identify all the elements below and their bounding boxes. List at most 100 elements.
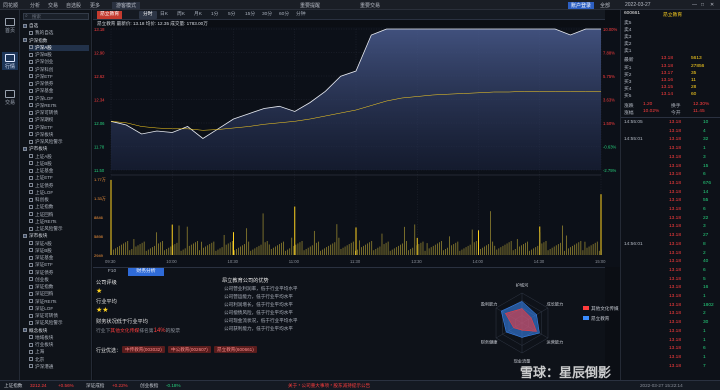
tab-f10[interactable]: F10 <box>100 268 124 276</box>
tree-item[interactable]: 深证可转债 <box>29 313 89 319</box>
filter-select[interactable]: 全部 <box>600 2 610 9</box>
quote-cell: 60 <box>691 92 697 97</box>
tree-item[interactable]: 深证风险警示 <box>29 320 89 326</box>
tree-folder[interactable]: 沪深指数 <box>23 38 89 44</box>
menu-item[interactable]: 自选股 <box>66 2 81 9</box>
tree-folder[interactable]: 概念板块 <box>23 328 89 334</box>
chart-tab[interactable]: 60分 <box>275 11 293 19</box>
tree-item[interactable]: 沪深期权 <box>29 117 89 123</box>
tree-item[interactable]: 北京 <box>29 357 89 363</box>
volume-bar <box>387 241 389 255</box>
chart-tab[interactable]: 月K <box>190 11 206 19</box>
tree-item[interactable]: 上证ETF <box>29 175 89 181</box>
chart-tab[interactable]: 30分 <box>258 11 276 19</box>
tree-item[interactable]: 沪深REITs <box>29 103 89 109</box>
tree-item[interactable]: 上证指数 <box>29 204 89 210</box>
mode-select[interactable]: 游客模式 <box>112 2 141 9</box>
tree-item[interactable]: 沪深B股 <box>29 52 89 58</box>
index2-name[interactable]: 深证成指 <box>86 383 104 389</box>
volume-bar <box>268 244 270 255</box>
volume-bar <box>143 241 145 255</box>
tree-item[interactable]: 上证风险警示 <box>29 226 89 232</box>
menu-item[interactable]: 分析 <box>30 2 40 9</box>
chart-tab[interactable]: 分时 <box>139 11 157 19</box>
tick-row: 13.18 6 <box>621 172 720 178</box>
alert-button[interactable]: 重要提醒 <box>300 2 320 9</box>
volume-bar <box>121 244 122 255</box>
tree-item[interactable]: 上证A股 <box>29 154 89 160</box>
maximize-icon[interactable]: □ <box>701 2 704 8</box>
tree-item[interactable]: 上证债券 <box>29 183 89 189</box>
chart-tab[interactable]: 1分 <box>207 11 222 19</box>
volume-bar <box>492 241 494 255</box>
radar-legend: 其他文化传媒 昂立教育 <box>583 306 619 322</box>
tree-item[interactable]: 深证REITs <box>29 299 89 305</box>
peer-chip[interactable]: 昂立教育(600661) <box>214 346 257 353</box>
chart-tab[interactable]: 分钟 <box>292 11 310 19</box>
tree-item[interactable]: 深证基金 <box>29 255 89 261</box>
tree-folder[interactable]: 深市板块 <box>23 233 89 239</box>
tree-item[interactable]: 上证基金 <box>29 168 89 174</box>
tree-folder[interactable]: 自选 <box>23 23 89 29</box>
volume-bar <box>500 247 502 255</box>
tree-item[interactable]: 深证B股 <box>29 248 89 254</box>
tree-item[interactable]: 沪深LOF <box>29 96 89 102</box>
tree-item[interactable]: 上海 <box>29 349 89 355</box>
tree-item-label: 上证LOF <box>35 189 54 195</box>
tree-item[interactable]: 我的自选 <box>29 30 89 36</box>
news-ticker[interactable]: 关于 * 公司重大事项 * 股东减持提示公告 <box>288 383 370 389</box>
tree-folder[interactable]: 沪市板块 <box>23 146 89 152</box>
chart-tab[interactable]: 5分 <box>224 11 239 19</box>
tree-item[interactable]: 行业板块 <box>29 342 89 348</box>
tree-item[interactable]: 深证指数 <box>29 284 89 290</box>
tree-item[interactable]: 深证回购 <box>29 291 89 297</box>
tree-item[interactable]: 上证回购 <box>29 212 89 218</box>
volume-bar <box>301 240 303 255</box>
intraday-chart[interactable]: 13.18 12.90 12.62 12.34 12.06 11.78 11.50 10.0… <box>93 27 620 267</box>
tree-item[interactable]: 深证A股 <box>29 241 89 247</box>
login-button[interactable]: 账户登录 <box>568 2 595 9</box>
index1-name[interactable]: 上证指数 <box>4 383 22 389</box>
nav-trade[interactable]: 交易 <box>2 88 18 106</box>
trade-button[interactable]: 重要交易 <box>360 2 380 9</box>
index3-name[interactable]: 创业板指 <box>140 383 158 389</box>
chart-tab[interactable]: 日K <box>156 11 172 19</box>
tree-item-label: 上证风险警示 <box>35 226 63 231</box>
volume-bar <box>324 248 325 255</box>
tree-item[interactable]: 沪深可转债 <box>29 110 89 116</box>
close-icon[interactable]: ✕ <box>710 2 714 8</box>
peer-chip[interactable]: 中传教育(003032) <box>122 346 165 353</box>
tree-item[interactable]: 深证LOF <box>29 306 89 312</box>
tree-item[interactable]: 科创板 <box>29 197 89 203</box>
tree-item[interactable]: 沪深债券 <box>29 81 89 87</box>
chart-tab[interactable]: 15分 <box>241 11 259 19</box>
tree-item[interactable]: 创业板 <box>29 277 89 283</box>
tree-item[interactable]: 上证LOF <box>29 190 89 196</box>
tree-item[interactable]: 沪深ETF <box>29 74 89 80</box>
tree-item[interactable]: 深证债券 <box>29 270 89 276</box>
sell-row: 卖2 <box>621 40 720 47</box>
menu-item[interactable]: 交易 <box>48 2 58 9</box>
tab-financial[interactable]: 财务分析 <box>128 268 164 276</box>
tree-search-input[interactable]: 搜索 <box>23 13 89 20</box>
chart-tab[interactable]: 周K <box>173 11 189 19</box>
tree-item[interactable]: 沪深A股 <box>29 44 89 51</box>
tree-item[interactable]: 沪深ETF <box>29 125 89 131</box>
menu-item[interactable]: 更多 <box>90 2 100 9</box>
tree-item[interactable]: 上证REITs <box>29 219 89 225</box>
tree-item[interactable]: 沪深板块 <box>29 132 89 138</box>
tree-item[interactable]: 沪深风险警示 <box>29 139 89 145</box>
nav-home[interactable]: 首页 <box>2 16 18 34</box>
list-icon <box>29 313 33 318</box>
minimize-icon[interactable]: — <box>692 2 697 8</box>
tree-item[interactable]: 深证ETF <box>29 262 89 268</box>
tree-item[interactable]: 沪深科创 <box>29 67 89 73</box>
tree-item[interactable]: 上证B股 <box>29 161 89 167</box>
tree-item[interactable]: 沪深基金 <box>29 88 89 94</box>
nav-market[interactable]: 行情 <box>2 52 18 70</box>
tick-cell: 13.18 <box>669 285 682 291</box>
peer-chip[interactable]: 中公教育(002607) <box>168 346 211 353</box>
tree-item[interactable]: 沪深创业 <box>29 59 89 65</box>
tree-item[interactable]: 沪深港通 <box>29 364 89 370</box>
tree-item[interactable]: 地域板块 <box>29 335 89 341</box>
